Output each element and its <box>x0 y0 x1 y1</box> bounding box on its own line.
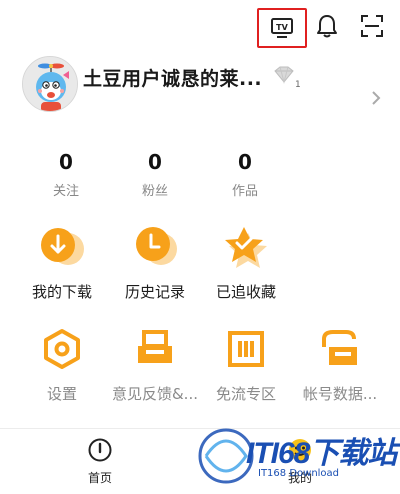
history-label: 历史记录 <box>124 283 185 301</box>
history-item[interactable]: 历史记录 <box>105 222 205 302</box>
free-data-icon <box>228 331 264 367</box>
top-bar: TV <box>0 6 400 48</box>
stat-fans[interactable]: 0 粉丝 <box>125 150 185 199</box>
diamond-icon: 1 <box>274 66 301 90</box>
free-data-label: 免流专区 <box>215 385 276 403</box>
notification-button[interactable] <box>307 6 347 46</box>
download-icon <box>41 228 84 265</box>
account-data-icon <box>322 330 357 365</box>
tools-row: 设置 意见反馈&... 免流专区 帐号数据... <box>0 324 400 404</box>
tv-icon: TV <box>271 18 293 38</box>
profile-section[interactable]: 土豆用户诚恳的莱... 1 <box>0 56 400 120</box>
stats-row: 0 关注 0 粉丝 0 作品 <box>0 150 400 199</box>
avatar[interactable] <box>22 56 78 112</box>
nav-home[interactable]: 首页 <box>60 437 140 486</box>
watermark: ITI68下载站 IT168 Download <box>196 416 400 494</box>
username[interactable]: 土豆用户诚恳的莱... <box>83 64 262 91</box>
scan-button[interactable] <box>352 6 392 46</box>
settings-label: 设置 <box>46 385 77 403</box>
settings-item[interactable]: 设置 <box>12 324 112 404</box>
stat-label: 作品 <box>231 184 258 199</box>
nav-home-label: 首页 <box>87 471 112 485</box>
stat-works[interactable]: 0 作品 <box>215 150 275 199</box>
history-clock-icon <box>136 227 177 265</box>
watermark-sub: IT168 Download <box>258 468 340 479</box>
profile-chevron[interactable] <box>366 88 386 108</box>
feedback-printer-icon <box>138 330 172 363</box>
svg-text:TV: TV <box>276 23 288 32</box>
home-clock-icon <box>88 438 112 462</box>
my-downloads-label: 我的下载 <box>31 283 92 301</box>
svg-text:1: 1 <box>295 80 300 88</box>
star-favorite-icon <box>225 227 267 268</box>
favorites-label: 已追收藏 <box>215 283 276 301</box>
my-downloads-item[interactable]: 我的下载 <box>12 222 112 302</box>
bell-icon <box>317 15 337 38</box>
watermark-text: ITI68下载站 <box>246 437 397 470</box>
favorites-item[interactable]: 已追收藏 <box>196 222 296 302</box>
free-data-item[interactable]: 免流专区 <box>196 324 296 404</box>
account-data-label: 帐号数据... <box>302 385 378 403</box>
stat-value: 0 <box>59 150 73 174</box>
stat-value: 0 <box>148 150 162 174</box>
stat-label: 粉丝 <box>141 184 168 199</box>
tv-button[interactable]: TV <box>257 8 307 48</box>
stat-label: 关注 <box>52 184 79 199</box>
quick-actions-row: 我的下载 历史记录 已追收藏 <box>0 222 400 302</box>
stat-following[interactable]: 0 关注 <box>36 150 96 199</box>
chevron-right-icon <box>372 91 381 105</box>
scan-icon <box>361 15 383 37</box>
vip-badge[interactable]: 1 <box>272 66 301 90</box>
stat-value: 0 <box>238 150 252 174</box>
cartoon-avatar-icon <box>23 57 77 111</box>
account-data-item[interactable]: 帐号数据... <box>290 324 390 404</box>
feedback-item[interactable]: 意见反馈&... <box>105 324 205 404</box>
feedback-label: 意见反馈&... <box>111 385 198 403</box>
settings-hex-icon <box>44 329 80 369</box>
